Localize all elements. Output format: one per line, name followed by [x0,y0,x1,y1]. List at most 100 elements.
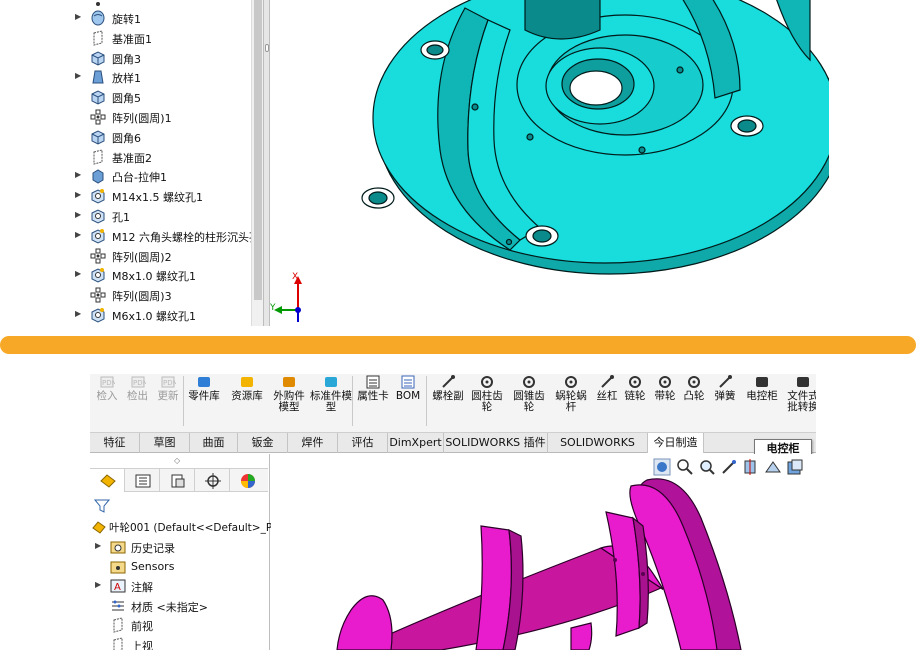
tab-feature-manager[interactable] [90,469,125,492]
graphics-viewport-top[interactable]: X Y [270,0,829,326]
tree-item[interactable]: ▶ M14x1.5 螺纹孔1 [70,186,263,206]
tree-item[interactable]: 材质 <未指定> [90,596,268,616]
command-button[interactable]: 圆柱齿轮 [468,374,506,430]
tree-item[interactable]: ▶ 孔1 [70,206,263,226]
display-style-icon[interactable] [786,458,804,476]
tree-item[interactable]: 基准面1 [70,28,263,48]
command-button[interactable]: BOM [394,374,422,430]
tree-item-label: M12 六角头螺栓的柱形沉头孔 [112,230,260,244]
view-selector-icon[interactable] [764,458,782,476]
command-button[interactable]: PDM 更新 [153,374,183,430]
previous-view-icon[interactable] [720,458,738,476]
command-tab[interactable]: SOLIDWORKS MBD [548,433,648,468]
property-card-icon [355,375,391,389]
tree-root-part[interactable]: 叶轮001 (Default<<Default>_Photo [90,517,296,537]
tree-item[interactable]: 基准面2 [70,147,263,167]
command-button[interactable]: PDM 检出 [122,374,153,430]
revolve-icon [90,10,106,26]
command-button[interactable]: 电控柜 [742,374,782,430]
tree-item[interactable]: ▶ M12 六角头螺栓的柱形沉头孔 [70,226,263,246]
pdm-checkin-icon: PDM [91,375,123,389]
view-orientation-icon[interactable] [653,458,671,476]
tree-item[interactable]: ▶ M6x1.0 螺纹孔1 [70,305,263,325]
expand-arrow-icon[interactable]: ▶ [75,71,81,80]
panel-splitter[interactable] [263,0,270,326]
command-label: 带轮 [654,390,676,402]
command-button[interactable]: 圆锥齿轮 [510,374,548,430]
tree-item[interactable]: 阵列(圆周)1 [70,107,263,127]
expand-arrow-icon[interactable]: ▶ [75,210,81,219]
splitter-grip-icon[interactable] [265,44,269,52]
pulley-icon [651,375,679,389]
command-tab[interactable]: 焊件 [288,433,338,453]
panel-grip-icon[interactable]: ◇ [174,456,180,465]
command-label: 外购件模型 [273,390,305,413]
tree-item[interactable]: 阵列(圆周)3 [70,285,263,305]
tree-item[interactable]: ▶ 旋转1 [70,8,263,28]
command-tab[interactable]: 评估 [338,433,388,453]
command-button[interactable]: 凸轮 [680,374,708,430]
tree-scrollbar[interactable] [251,0,263,326]
circular-pattern-icon [90,248,106,264]
tree-item[interactable]: ▶ M8x1.0 螺纹孔1 [70,265,263,285]
expand-arrow-icon[interactable]: ▶ [75,170,81,179]
section-view-icon[interactable] [742,458,760,476]
command-button[interactable]: 弹簧 [710,374,740,430]
command-button[interactable]: 文件式批转换 [787,374,816,430]
tab-display-manager[interactable] [230,469,265,492]
tree-item[interactable]: ▶ 凸台-拉伸1 [70,166,263,186]
command-button[interactable]: 外购件模型 [270,374,308,430]
expand-arrow-icon[interactable]: ▶ [75,190,81,199]
tree-item[interactable]: ▶ A 注解 [90,576,268,596]
command-tab[interactable]: 钣金 [238,433,288,453]
command-button[interactable]: 螺栓副 [429,374,467,430]
tree-item[interactable]: 阵列(圆周)2 [70,246,263,266]
tree-item[interactable]: 圆角5 [70,87,263,107]
command-button[interactable]: 丝杠 [594,374,620,430]
tree-item[interactable]: 圆角6 [70,127,263,147]
filter-icon[interactable] [94,498,110,514]
tree-item[interactable]: ▶ 历史记录 [90,537,268,557]
pdm-checkout-icon: PDM [122,375,153,389]
graphics-viewport-bottom[interactable] [271,454,816,650]
toolbar-separator [352,376,353,426]
tree-item[interactable]: 前视 [90,615,268,635]
tab-dimxpert-manager[interactable] [195,469,230,492]
expand-arrow-icon[interactable]: ▶ [75,309,81,318]
sprocket-icon [622,375,648,389]
tree-item[interactable]: Sensors [90,557,268,577]
expand-arrow-icon[interactable]: ▶ [75,12,81,21]
feature-manager-tree: ▶ 旋转1 基准面1 圆角3 ▶ 放样1 圆角5 阵列(圆周)1 圆角6 基准面2 ▶ 凸台-拉伸1 ▶… [70,0,263,326]
command-button[interactable]: 带轮 [651,374,679,430]
command-button[interactable]: 属性卡 [355,374,391,430]
command-button[interactable]: 链轮 [622,374,648,430]
tree-item[interactable]: 上视 [90,635,268,650]
command-tab[interactable]: SOLIDWORKS 插件 [444,433,548,453]
zoom-to-fit-icon[interactable] [676,458,694,476]
expand-arrow-icon[interactable]: ▶ [95,541,101,550]
command-button[interactable]: 标准件模型 [310,374,352,430]
command-tab[interactable]: 今日制造 [648,433,704,453]
command-tab[interactable]: 草图 [140,433,190,453]
command-tab[interactable]: DimXpert [388,433,444,453]
tree-item[interactable]: ▶ 放样1 [70,67,263,87]
command-tab[interactable]: 特征 [90,433,140,453]
scrollbar-thumb[interactable] [254,0,262,300]
display-manager-icon [241,474,255,488]
tab-configuration-manager[interactable] [160,469,195,492]
command-button[interactable]: 蜗轮蜗杆 [551,374,591,430]
command-button[interactable]: 资源库 [227,374,267,430]
command-label: 资源库 [231,390,263,402]
command-tab[interactable]: 曲面 [190,433,238,453]
command-label: 圆柱齿轮 [471,390,503,413]
expand-arrow-icon[interactable]: ▶ [75,269,81,278]
zoom-to-area-icon[interactable] [698,458,716,476]
expand-arrow-icon[interactable]: ▶ [95,580,101,589]
expand-arrow-icon[interactable]: ▶ [75,230,81,239]
material-icon [110,598,126,614]
command-label: 更新 [157,390,179,402]
tree-item[interactable]: 圆角3 [70,48,263,68]
tab-property-manager[interactable] [125,469,160,492]
command-button[interactable]: 零件库 [186,374,222,430]
command-button[interactable]: PDM 检入 [91,374,123,430]
